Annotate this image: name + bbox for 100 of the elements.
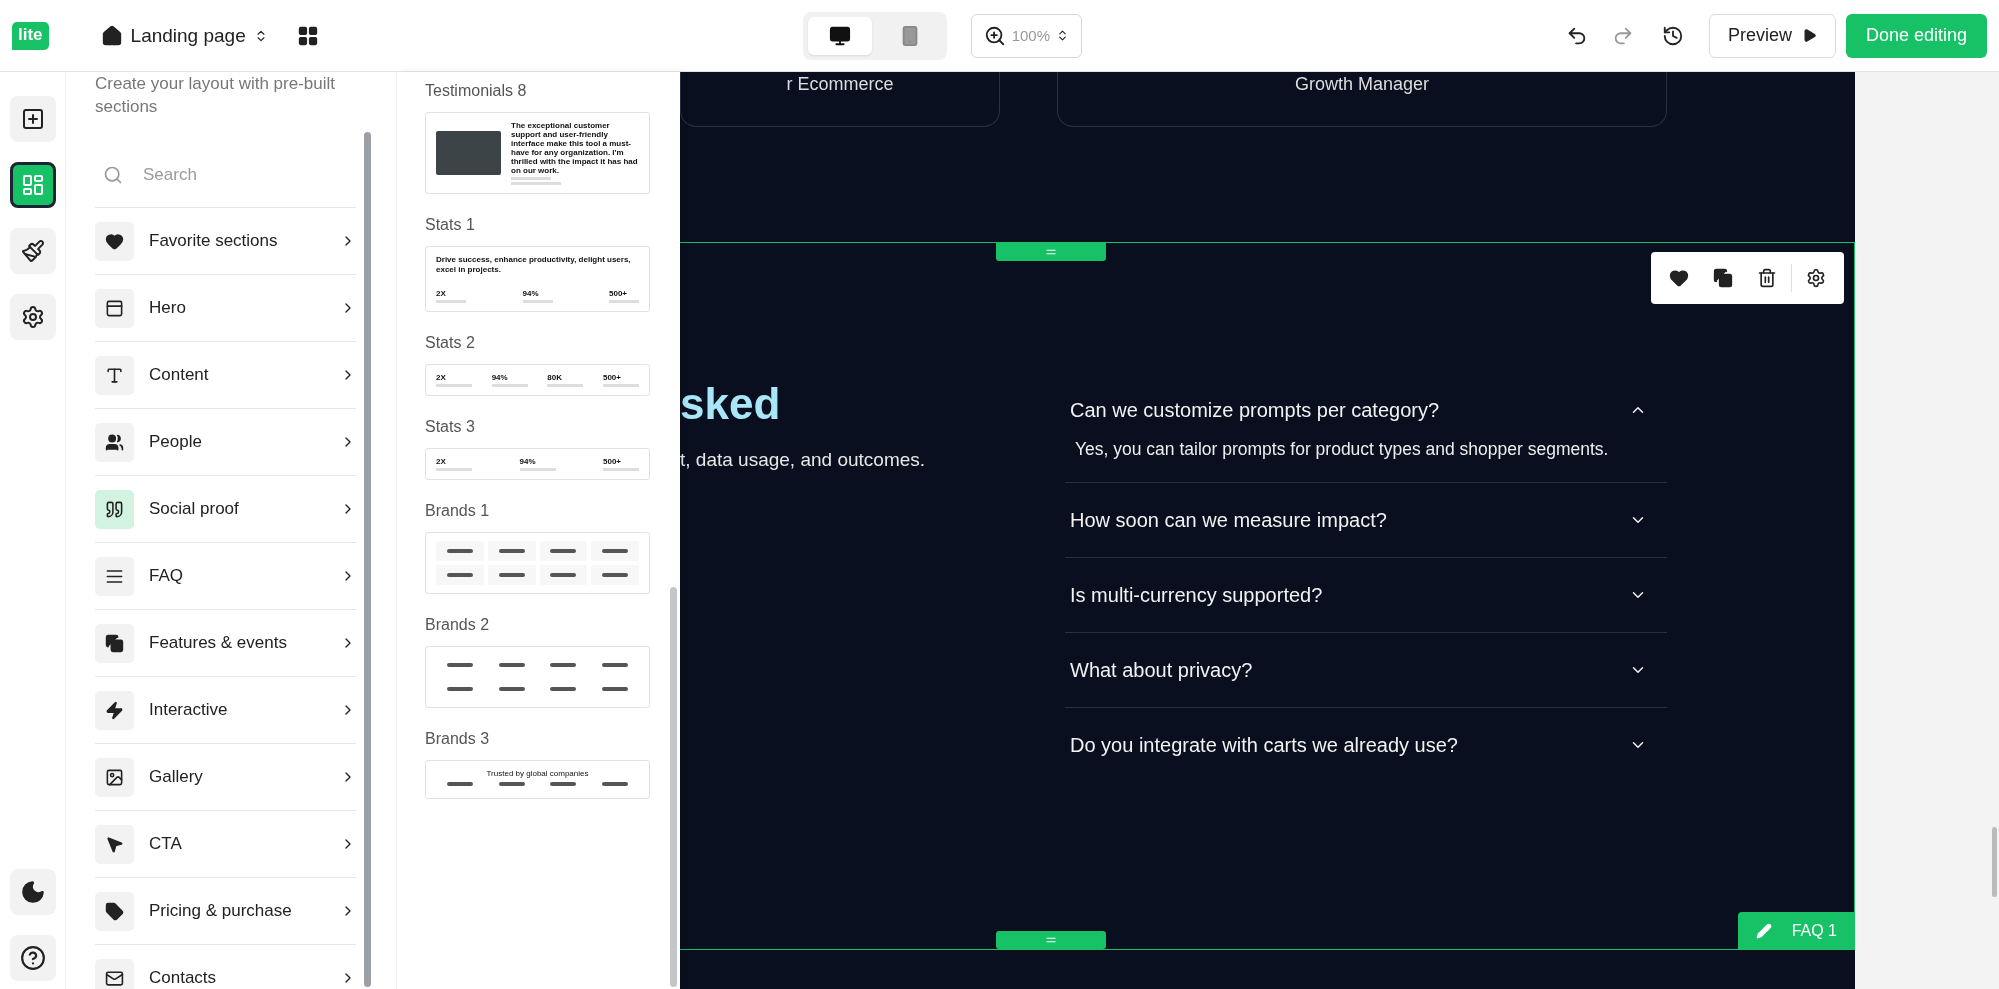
stat-value: 94% [519, 457, 537, 466]
faq-question[interactable]: How soon can we measure impact? [1070, 483, 1667, 557]
thumbnail-heading: Trusted by global companies [485, 769, 590, 778]
stat-value: 94% [522, 289, 540, 298]
stat-value: 500+ [609, 289, 629, 298]
brand-logo [602, 687, 629, 691]
faq-question[interactable]: Do you integrate with carts we already use? [1070, 708, 1667, 782]
brush-icon [20, 239, 45, 263]
section-heading: sked [680, 379, 782, 429]
rail-button[interactable] [9, 162, 56, 208]
category-item[interactable]: People [95, 409, 356, 476]
gear-icon [20, 305, 45, 329]
category-item[interactable]: Pricing & purchase [95, 878, 356, 945]
trash-icon [1757, 268, 1777, 288]
scrollbar[interactable] [364, 132, 371, 987]
moon-icon [19, 879, 46, 905]
brand-logo [498, 687, 525, 691]
brand-logo [498, 549, 525, 553]
template-thumbnail[interactable] [425, 646, 650, 708]
grid-icon [296, 24, 319, 47]
history-icon [1661, 24, 1684, 47]
section-subheading: t, data usage, and outcomes. [680, 449, 927, 471]
profile-card: r Ecommerce [680, 72, 1000, 127]
pencil-icon [1755, 923, 1772, 939]
template-thumbnail[interactable]: Trusted by global companies [425, 760, 650, 799]
category-item[interactable]: CTA [95, 811, 356, 878]
category-item[interactable]: FAQ [95, 543, 356, 610]
layout-icon [20, 173, 45, 197]
stat-value: 2X [436, 373, 447, 382]
category-item[interactable]: Interactive [95, 677, 356, 744]
photo-placeholder [436, 131, 501, 175]
scrollbar[interactable] [670, 587, 677, 987]
play-icon [1801, 28, 1817, 43]
brand-logo [446, 687, 473, 691]
brand-logo [602, 573, 629, 577]
brand-logo [498, 782, 525, 786]
template-title: Stats 2 [425, 334, 476, 352]
category-item[interactable]: Favorite sections [95, 208, 356, 275]
category-item[interactable]: Hero [95, 275, 356, 342]
template-thumbnail[interactable]: 2X 94% 80K 500+ [425, 364, 650, 396]
template-thumbnail[interactable]: Drive success, enhance productivity, delight users, excel in projects. 2X 94% 500+ [425, 246, 650, 312]
rail-button[interactable] [9, 935, 56, 981]
rail-button[interactable] [9, 228, 56, 274]
brand-logo [602, 782, 629, 786]
brand-logo [446, 782, 473, 786]
zoom-icon [983, 24, 1006, 47]
device-button[interactable] [807, 16, 872, 55]
template-title: Testimonials 8 [425, 82, 528, 100]
plus-icon [20, 107, 45, 131]
stat-value: 2X [436, 289, 447, 298]
category-item[interactable]: Features & events [95, 610, 356, 677]
brand-logo [498, 663, 525, 667]
home-icon [100, 24, 123, 47]
brand-logo [550, 782, 577, 786]
brand-logo [446, 663, 473, 667]
category-item[interactable]: Content [95, 342, 356, 409]
rail-button[interactable] [9, 96, 56, 142]
profile-card: Growth Manager [1057, 72, 1667, 127]
brand-logo [550, 687, 577, 691]
rail-button[interactable] [9, 869, 56, 915]
rail-button[interactable] [9, 294, 56, 340]
drag-handle[interactable] [996, 243, 1106, 261]
faq-section[interactable] [680, 242, 1855, 950]
stat-value: 500+ [603, 457, 623, 466]
search-icon [103, 164, 123, 185]
category-item[interactable]: Social proof [95, 476, 356, 543]
template-thumbnail[interactable]: 2X 94% 500+ [425, 448, 650, 480]
stat-value: 500+ [602, 373, 622, 382]
drag-handle[interactable] [996, 931, 1106, 949]
category-item[interactable]: Contacts [95, 945, 356, 989]
stat-value: 2X [436, 457, 447, 466]
template-title: Brands 1 [425, 502, 491, 520]
template-title: Stats 1 [425, 216, 476, 234]
template-title: Stats 3 [425, 418, 476, 436]
settings-icon [1806, 268, 1826, 288]
category-item[interactable]: Gallery [95, 744, 356, 811]
template-thumbnail[interactable]: The exceptional customer support and user-friendly interface make this tool a must-have for any organization. I'm thrilled with the impact it has had on our work. [425, 112, 650, 194]
template-thumbnail[interactable] [425, 532, 650, 594]
panel-intro: Create your layout with pre-built sections [95, 73, 336, 118]
scrollbar[interactable] [1992, 827, 1997, 897]
quote-text: The exceptional customer support and user-friendly interface make this tool a must-have for any organization. I'm thrilled with the impact it has had on our work. [511, 121, 639, 175]
help-icon [19, 945, 46, 971]
template-title: Brands 2 [425, 616, 491, 634]
faq-question[interactable]: Is multi-currency supported? [1070, 558, 1667, 632]
brand-logo [550, 549, 577, 553]
template-title: Brands 3 [425, 730, 491, 748]
faq-question[interactable]: What about privacy? [1070, 633, 1667, 707]
faq-question[interactable]: Can we customize prompts per category? [1070, 385, 1667, 435]
brand-logo [498, 573, 525, 577]
page-selector[interactable]: Landing page [94, 23, 274, 48]
thumbnail-heading: Drive success, enhance productivity, delight users, excel in projects. [436, 255, 632, 275]
preview-button[interactable]: Preview [1708, 13, 1836, 58]
brand-logo [602, 549, 629, 553]
brand-logo [446, 573, 473, 577]
faq-answer: Yes, you can tailor prompts for product types and shopper segments. [1074, 438, 1610, 461]
stat-value: 80K [547, 373, 563, 382]
brand-logo [550, 573, 577, 577]
stat-value: 94% [491, 373, 509, 382]
brand-logo [550, 663, 577, 667]
brand-logo [446, 549, 473, 553]
